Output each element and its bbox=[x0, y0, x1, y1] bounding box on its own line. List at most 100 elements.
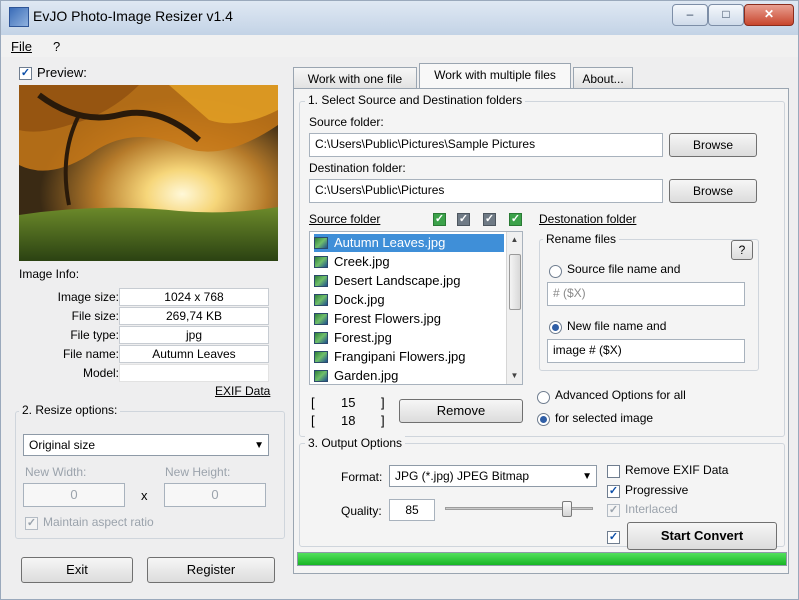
tab-one-file[interactable]: Work with one file bbox=[293, 67, 417, 89]
progress-fill bbox=[298, 553, 786, 565]
window-title: EvJO Photo-Image Resizer v1.4 bbox=[33, 8, 233, 24]
maximize-button[interactable]: □ bbox=[708, 4, 744, 26]
count-bracket-open-2: [ bbox=[311, 413, 315, 428]
close-button[interactable]: ✕ bbox=[744, 4, 794, 26]
info-value-model bbox=[119, 364, 269, 382]
quality-label: Quality: bbox=[341, 504, 382, 518]
list-item[interactable]: Desert Landscape.jpg bbox=[314, 272, 460, 290]
format-value: JPG (*.jpg) JPEG Bitmap bbox=[395, 469, 530, 483]
image-file-icon bbox=[314, 332, 328, 344]
info-label-file-type: File type: bbox=[70, 328, 119, 342]
browse-source-button[interactable]: Browse bbox=[669, 133, 757, 157]
image-file-icon bbox=[314, 256, 328, 268]
image-file-icon bbox=[314, 313, 328, 325]
maintain-ratio-label: Maintain aspect ratio bbox=[43, 515, 154, 529]
list-item[interactable]: Dock.jpg bbox=[314, 291, 385, 309]
menu-file[interactable]: File bbox=[11, 39, 32, 54]
check-invert-checkbox[interactable]: ✓ bbox=[483, 213, 496, 226]
info-label-model: Model: bbox=[82, 366, 119, 380]
scroll-down-icon[interactable]: ▼ bbox=[507, 368, 522, 384]
count-total: 15 bbox=[341, 395, 356, 410]
rename-help-button[interactable]: ? bbox=[731, 240, 753, 260]
preview-checkbox[interactable]: ✓ bbox=[19, 67, 32, 80]
minimize-button[interactable]: – bbox=[672, 4, 708, 26]
count-bracket-close-2: ] bbox=[381, 413, 385, 428]
list-item[interactable]: Garden.jpg bbox=[314, 367, 399, 384]
list-item[interactable]: Forest.jpg bbox=[314, 329, 392, 347]
scroll-thumb[interactable] bbox=[509, 254, 521, 310]
list-item[interactable]: Forest Flowers.jpg bbox=[314, 310, 441, 328]
new-height-input[interactable]: 0 bbox=[164, 483, 266, 507]
rename-files-legend: Rename files bbox=[543, 232, 620, 246]
source-folder-label: Source folder: bbox=[309, 115, 384, 129]
new-width-label: New Width: bbox=[25, 465, 87, 479]
image-file-icon bbox=[314, 370, 328, 382]
destination-folder-label: Destination folder: bbox=[309, 161, 406, 175]
list-item-label: Desert Landscape.jpg bbox=[334, 273, 461, 288]
maintain-ratio-checkbox[interactable]: ✓ bbox=[25, 517, 38, 530]
list-item-label: Creek.jpg bbox=[334, 254, 390, 269]
info-value-file-name: Autumn Leaves bbox=[119, 345, 269, 363]
source-folder-header: Source folder bbox=[309, 212, 381, 226]
times-sign: x bbox=[141, 488, 148, 503]
exif-data-link[interactable]: EXIF Data bbox=[215, 384, 270, 398]
advanced-selected-label: for selected image bbox=[555, 411, 654, 425]
advanced-all-label: Advanced Options for all bbox=[555, 388, 686, 402]
folders-legend: 1. Select Source and Destination folders bbox=[305, 93, 526, 107]
file-list-scrollbar[interactable]: ▲ ▼ bbox=[506, 232, 522, 384]
image-info-label: Image Info: bbox=[19, 267, 80, 281]
menu-help[interactable]: ? bbox=[53, 39, 60, 54]
source-name-label: Source file name and bbox=[567, 262, 681, 276]
quality-slider[interactable] bbox=[445, 501, 593, 517]
quality-input[interactable]: 85 bbox=[389, 499, 435, 521]
register-button[interactable]: Register bbox=[147, 557, 275, 583]
scroll-up-icon[interactable]: ▲ bbox=[507, 232, 522, 248]
file-list[interactable]: Autumn Leaves.jpg Creek.jpg Desert Lands… bbox=[309, 231, 523, 385]
new-name-label: New file name and bbox=[567, 319, 667, 333]
new-pattern-input[interactable]: image # ($X) bbox=[547, 339, 745, 363]
preview-label: Preview: bbox=[37, 65, 87, 80]
convert-progress-bar bbox=[297, 552, 787, 566]
check-none-checkbox[interactable]: ✓ bbox=[457, 213, 470, 226]
info-label-file-size: File size: bbox=[71, 309, 119, 323]
check-selected-checkbox[interactable]: ✓ bbox=[509, 213, 522, 226]
exit-button[interactable]: Exit bbox=[21, 557, 133, 583]
remove-button[interactable]: Remove bbox=[399, 399, 523, 423]
browse-destination-button[interactable]: Browse bbox=[669, 179, 757, 203]
output-options-legend: 3. Output Options bbox=[305, 436, 406, 450]
new-width-input[interactable]: 0 bbox=[23, 483, 125, 507]
open-after-checkbox[interactable]: ✓ bbox=[607, 531, 620, 544]
image-file-icon bbox=[314, 237, 328, 249]
info-label-image-size: Image size: bbox=[57, 290, 119, 304]
tab-multiple-files[interactable]: Work with multiple files bbox=[419, 63, 571, 89]
image-file-icon bbox=[314, 275, 328, 287]
list-item[interactable]: Autumn Leaves.jpg bbox=[314, 234, 504, 252]
new-name-radio[interactable] bbox=[549, 321, 562, 334]
interlaced-checkbox[interactable]: ✓ bbox=[607, 504, 620, 517]
progressive-checkbox[interactable]: ✓ bbox=[607, 485, 620, 498]
slider-thumb[interactable] bbox=[562, 501, 572, 517]
list-item-label: Autumn Leaves.jpg bbox=[334, 235, 446, 250]
list-item[interactable]: Creek.jpg bbox=[314, 253, 390, 271]
count-bracket-close: ] bbox=[381, 395, 385, 410]
list-item-label: Garden.jpg bbox=[334, 368, 399, 383]
list-item-label: Dock.jpg bbox=[334, 292, 385, 307]
advanced-all-radio[interactable] bbox=[537, 391, 550, 404]
resize-mode-select[interactable]: Original size ▼ bbox=[23, 434, 269, 456]
list-item[interactable]: Frangipani Flowers.jpg bbox=[314, 348, 466, 366]
source-folder-input[interactable]: C:\Users\Public\Pictures\Sample Pictures bbox=[309, 133, 663, 157]
check-all-checkbox[interactable]: ✓ bbox=[433, 213, 446, 226]
start-convert-button[interactable]: Start Convert bbox=[627, 522, 777, 550]
image-file-icon bbox=[314, 351, 328, 363]
destination-folder-input[interactable]: C:\Users\Public\Pictures bbox=[309, 179, 663, 203]
format-select[interactable]: JPG (*.jpg) JPEG Bitmap ▼ bbox=[389, 465, 597, 487]
source-pattern-input[interactable]: # ($X) bbox=[547, 282, 745, 306]
new-height-label: New Height: bbox=[165, 465, 231, 479]
list-item-label: Frangipani Flowers.jpg bbox=[334, 349, 466, 364]
source-name-radio[interactable] bbox=[549, 265, 562, 278]
tab-about[interactable]: About... bbox=[573, 67, 633, 89]
advanced-selected-radio[interactable] bbox=[537, 413, 550, 426]
remove-exif-checkbox[interactable] bbox=[607, 465, 620, 478]
chevron-down-icon: ▼ bbox=[254, 440, 264, 451]
list-item-label: Forest Flowers.jpg bbox=[334, 311, 441, 326]
